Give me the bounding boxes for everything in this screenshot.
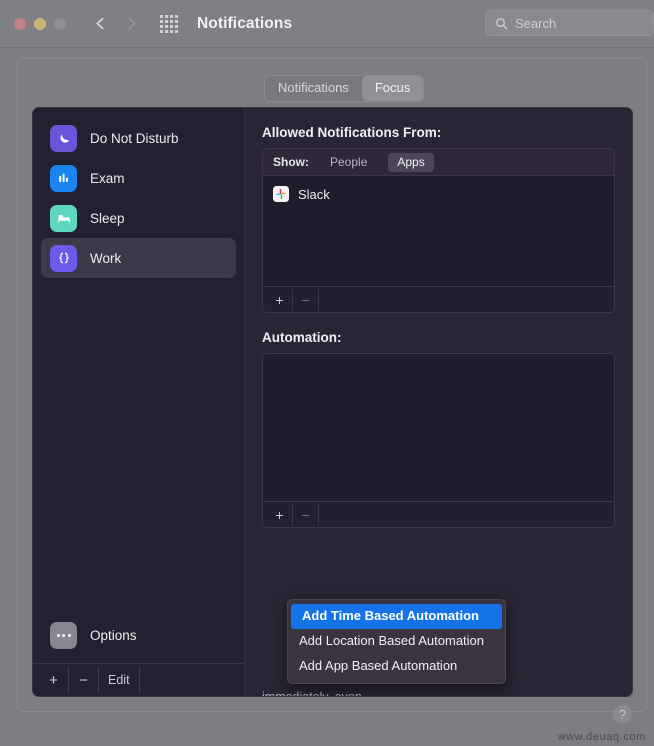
- remove-focus-button[interactable]: −: [69, 667, 99, 693]
- sidebar-toolbar: + − Edit: [33, 663, 245, 696]
- menu-item-add-location-based-automation[interactable]: Add Location Based Automation: [288, 629, 505, 654]
- automation-label: Automation:: [262, 330, 342, 345]
- add-focus-button[interactable]: +: [39, 667, 69, 693]
- sidebar-item-label: Options: [90, 627, 137, 643]
- allowed-apps-list[interactable]: Slack: [263, 176, 614, 286]
- sidebar-item-label: Sleep: [90, 210, 125, 226]
- slack-icon: [273, 186, 289, 202]
- menu-item-add-time-based-automation[interactable]: Add Time Based Automation: [291, 604, 502, 629]
- sidebar-item-do-not-disturb[interactable]: Do Not Disturb: [41, 118, 236, 158]
- focus-sidebar: Do Not Disturb Exam Sleep Work Options +…: [33, 108, 245, 696]
- sidebar-item-label: Exam: [90, 170, 125, 186]
- menu-item-add-app-based-automation[interactable]: Add App Based Automation: [288, 654, 505, 679]
- search-icon: [496, 17, 508, 29]
- sidebar-item-label: Do Not Disturb: [90, 130, 179, 146]
- edit-focus-button[interactable]: Edit: [99, 667, 140, 693]
- close-window-button[interactable]: [14, 17, 26, 30]
- automation-popup-menu[interactable]: Add Time Based Automation Add Location B…: [287, 599, 506, 684]
- segment-apps[interactable]: Apps: [388, 152, 434, 172]
- automation-toolbar: + −: [263, 501, 614, 527]
- bed-icon: [50, 204, 77, 232]
- ellipsis-icon: [50, 621, 77, 649]
- content-panel: Notifications Focus Do Not Disturb Exam …: [17, 58, 647, 712]
- moon-icon: [50, 124, 77, 152]
- sidebar-item-options[interactable]: Options: [33, 615, 245, 655]
- show-filter-row: Show: People Apps: [263, 149, 614, 176]
- help-button[interactable]: ?: [613, 705, 632, 724]
- window-titlebar: Notifications Search: [0, 0, 654, 48]
- allowed-apps-toolbar: + −: [263, 286, 614, 312]
- braces-icon: [50, 244, 77, 272]
- focus-preferences: Do Not Disturb Exam Sleep Work Options +…: [32, 107, 633, 697]
- chart-bar-icon: [50, 164, 77, 192]
- settings-window: Notifications Search Notifications Focus: [0, 0, 654, 746]
- sidebar-item-sleep[interactable]: Sleep: [41, 198, 236, 238]
- tab-focus[interactable]: Focus: [361, 76, 424, 101]
- obscured-description-text: immediately, even: [262, 690, 362, 697]
- watermark: www.deuaq.com: [557, 731, 646, 743]
- sidebar-item-work[interactable]: Work: [41, 238, 236, 278]
- show-label: Show:: [273, 155, 309, 169]
- navigation-arrows: [94, 17, 138, 30]
- back-button[interactable]: [94, 17, 107, 30]
- show-all-preferences-icon[interactable]: [160, 14, 178, 33]
- allowed-notifications-label: Allowed Notifications From:: [262, 125, 442, 140]
- automation-box: + −: [262, 353, 615, 528]
- search-input[interactable]: Search: [485, 10, 654, 36]
- maximize-window-button[interactable]: [54, 17, 66, 30]
- search-placeholder: Search: [515, 15, 557, 31]
- add-automation-button[interactable]: +: [267, 503, 293, 526]
- forward-button[interactable]: [125, 17, 138, 30]
- remove-app-button[interactable]: −: [293, 288, 319, 311]
- tab-notifications[interactable]: Notifications: [265, 76, 362, 101]
- automation-list[interactable]: [263, 354, 614, 501]
- sidebar-item-exam[interactable]: Exam: [41, 158, 236, 198]
- sidebar-bottom: Options + − Edit: [33, 615, 245, 696]
- app-name: Slack: [298, 186, 330, 202]
- tab-bar: Notifications Focus: [264, 75, 425, 102]
- focus-list: Do Not Disturb Exam Sleep Work: [33, 108, 244, 278]
- remove-automation-button[interactable]: −: [293, 503, 319, 526]
- segment-people[interactable]: People: [321, 153, 376, 172]
- sidebar-item-label: Work: [90, 250, 122, 266]
- traffic-lights: [14, 17, 66, 30]
- list-item[interactable]: Slack: [263, 180, 614, 208]
- window-title: Notifications: [197, 14, 293, 32]
- minimize-window-button[interactable]: [34, 17, 46, 30]
- allowed-apps-box: Show: People Apps Slack + −: [262, 148, 615, 313]
- add-app-button[interactable]: +: [267, 288, 293, 311]
